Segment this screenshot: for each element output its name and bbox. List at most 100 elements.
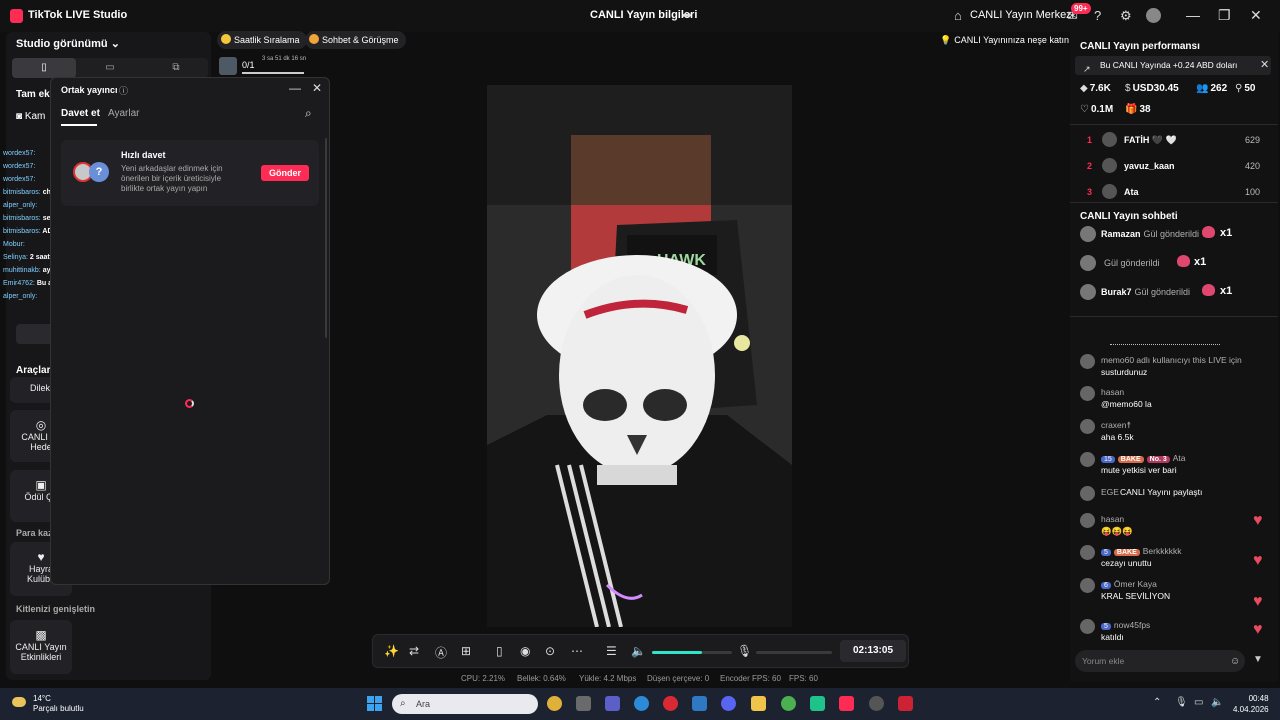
comment-input[interactable]: Yorum ekle — [1075, 650, 1245, 672]
app-green-icon[interactable] — [810, 696, 825, 711]
folder-icon[interactable] — [751, 696, 766, 711]
ranking-row[interactable]: 2 yavuz_kaan 420 — [1070, 157, 1278, 177]
mixer-icon[interactable]: ☰ — [606, 644, 617, 658]
record-icon[interactable]: ◉ — [520, 644, 530, 658]
phone-icon[interactable]: ▯ — [496, 644, 503, 658]
mail-icon[interactable] — [692, 696, 707, 711]
chat-username: bitmisbaros: — [3, 228, 41, 235]
windows-taskbar: 14°C Parçalı bulutlu ⌕ Ara ⌃ 🎙 ▭ 🔈 00:48 4.… — [0, 688, 1280, 720]
dual-view-tab[interactable]: ⧉ — [144, 58, 208, 78]
username-text: hasan — [1101, 387, 1125, 397]
stream-toolbar: ✨ ⇄ Ⓐ ⊞ ▯ ◉ ⊙ ⋯ ☰ 🔈 🎙 02:13:05 — [372, 634, 909, 668]
cohost-title: Ortak yayıncı — [61, 85, 118, 95]
quick-invite-title: Hızlı davet — [121, 150, 166, 160]
message-username: hasan — [1101, 514, 1124, 524]
discord-icon[interactable] — [721, 696, 736, 711]
chat-username: bitmisbaros: — [3, 215, 41, 222]
close-icon[interactable]: ✕ — [1260, 56, 1269, 75]
taskbar-search[interactable]: ⌕ Ara — [392, 694, 538, 714]
message-text: mute yetkisi ver bari — [1101, 465, 1177, 475]
home-icon[interactable]: ⌂ — [954, 8, 962, 23]
coins-stat: ◆ 7.6K — [1080, 83, 1111, 94]
filter-icon[interactable]: ▼ — [1253, 654, 1263, 665]
chat-line: wordex57: — [3, 150, 35, 157]
close-icon[interactable]: ✕ — [312, 81, 322, 95]
view-mode-tabs: ▯ ▭ ⧉ — [12, 58, 208, 78]
chat-message: EGE CANLI Yayını paylaştı — [1080, 486, 1270, 512]
volume-slider[interactable] — [652, 651, 732, 654]
goal-progress-bar — [242, 72, 304, 74]
translate-icon[interactable]: ⇄ — [409, 644, 419, 658]
ranking-row[interactable]: 3 Ata 100 — [1070, 183, 1278, 203]
rose-gift-icon — [1202, 226, 1215, 238]
effects-icon[interactable]: ✨ — [384, 644, 399, 658]
opera-icon[interactable] — [663, 696, 678, 711]
likes-stat: ♡ 0.1M — [1080, 104, 1114, 115]
avatar[interactable] — [1146, 8, 1161, 23]
settings-icon[interactable]: ⚙ — [1120, 8, 1132, 24]
gift-text: Gül gönderildi — [1101, 258, 1160, 268]
chrome-icon[interactable] — [547, 696, 562, 711]
start-icon[interactable] — [367, 696, 382, 711]
minimize-icon[interactable]: — — [289, 81, 301, 95]
tiktok-app-icon[interactable] — [839, 696, 854, 711]
camera-icon: ◙ — [16, 111, 23, 122]
minimize-icon[interactable]: — — [1186, 7, 1200, 23]
tab-invite[interactable]: Davet et — [61, 108, 100, 119]
gift-count: x1 — [1220, 227, 1233, 239]
youtube-icon[interactable] — [898, 696, 913, 711]
avatar — [1080, 386, 1095, 401]
chat-title: CANLI Yayın sohbeti — [1080, 211, 1178, 222]
app-circle-icon[interactable] — [869, 696, 884, 711]
rank-score: 629 — [1244, 135, 1260, 145]
tool-card-events[interactable]: ▩ CANLI Yayın Etkinlikleri — [10, 620, 72, 674]
search-icon[interactable]: ⌕ — [305, 106, 312, 121]
message-text: 😝😝😝 — [1101, 526, 1133, 536]
mic-level-slider[interactable] — [756, 651, 832, 654]
maximize-icon[interactable]: ❐ — [1218, 7, 1231, 24]
task-view-icon[interactable] — [576, 696, 591, 711]
edge-icon[interactable] — [634, 696, 649, 711]
hourly-ranking-chip[interactable]: Saatlik Sıralama — [217, 31, 307, 49]
help-icon[interactable]: ? — [1094, 8, 1101, 23]
teams-icon[interactable] — [605, 696, 620, 711]
tray-speaker-icon[interactable]: 🔈 — [1211, 697, 1223, 708]
scrollbar[interactable] — [325, 138, 327, 338]
tray-monitor-icon[interactable]: ▭ — [1194, 697, 1203, 708]
microphone-icon[interactable]: 🎙 — [737, 644, 752, 658]
add-scene-icon[interactable]: ⊞ — [461, 644, 471, 658]
studio-view-dropdown[interactable]: Studio görünümü ⌄ — [16, 37, 120, 50]
weather-widget[interactable]: 14°C Parçalı bulutlu — [33, 694, 84, 714]
live-video-preview[interactable]: HAWK — [487, 85, 792, 627]
replay-icon[interactable]: ⊙ — [545, 644, 555, 658]
landscape-view-tab[interactable]: ▭ — [78, 58, 142, 78]
send-button[interactable]: Gönder — [261, 165, 309, 181]
ai-icon[interactable]: Ⓐ — [435, 644, 447, 661]
speaker-icon[interactable]: 🔈 — [631, 644, 646, 658]
close-icon[interactable]: ✕ — [1250, 7, 1262, 24]
emoji-icon[interactable]: ☺ — [1230, 656, 1240, 667]
more-icon[interactable]: ⋯ — [571, 644, 583, 658]
fps-stat: FPS: 60 — [789, 674, 818, 683]
earnings-banner[interactable]: ↗ Bu CANLI Yayında +0.24 ABD doları ✕ — [1075, 56, 1271, 75]
fun-hint-chip[interactable]: 💡 CANLI Yayınınıza neşe katın — [940, 31, 1069, 49]
clock[interactable]: 00:48 4.04.2026 — [1233, 693, 1269, 715]
share-icon[interactable]: ➦ — [682, 8, 692, 22]
chat-call-chip[interactable]: Sohbet & Görüşme — [305, 31, 406, 49]
help-icon[interactable]: ⓘ — [119, 84, 128, 97]
tab-settings[interactable]: Ayarlar — [108, 108, 140, 119]
tray-chevron-icon[interactable]: ⌃ — [1153, 697, 1161, 708]
camera-source[interactable]: ◙ Kam — [16, 111, 45, 122]
tray-mic-icon[interactable]: 🎙 — [1175, 697, 1188, 708]
chat-username: alper_only: — [3, 202, 38, 209]
gift-row: Burak7 Gül gönderildi x1 — [1080, 284, 1270, 302]
portrait-view-tab[interactable]: ▯ — [12, 58, 76, 78]
chrome-active-icon[interactable] — [781, 696, 796, 711]
fullscreen-label: Tam ekr — [16, 89, 54, 100]
message-text: susturdunuz — [1101, 367, 1148, 377]
chat-message: 6 Ömer Kaya KRAL SEVİLİYON — [1080, 578, 1270, 604]
gift-action: Gül gönderildi — [1104, 258, 1160, 268]
ranking-row[interactable]: 1 FATİH 🖤 🤍 629 — [1070, 131, 1278, 151]
live-center-button[interactable]: CANLI Yayın Merkezi — [970, 9, 1074, 21]
divider — [1070, 316, 1278, 317]
